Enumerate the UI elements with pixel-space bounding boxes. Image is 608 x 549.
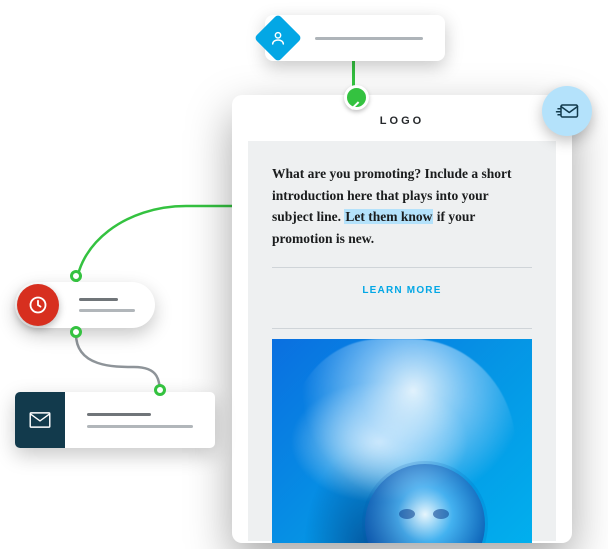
email-intro: What are you promoting? Include a short … — [272, 163, 532, 249]
node-dot — [154, 384, 166, 396]
placeholder-lines — [87, 413, 193, 428]
hero-image — [272, 339, 532, 543]
placeholder-line — [315, 37, 423, 40]
wire-grey — [74, 332, 164, 398]
timer-pill[interactable] — [15, 282, 155, 328]
cta-row: LEARN MORE — [272, 268, 532, 310]
send-badge[interactable] — [542, 86, 592, 136]
intro-highlight: Let them know — [344, 209, 433, 224]
divider — [272, 328, 532, 329]
connector-top — [352, 61, 355, 105]
node-dot — [70, 270, 82, 282]
email-body: What are you promoting? Include a short … — [248, 141, 556, 541]
check-icon — [349, 99, 360, 110]
send-icon — [555, 101, 579, 121]
user-icon — [254, 14, 302, 62]
mail-icon — [15, 392, 65, 448]
email-preview[interactable]: LOGO What are you promoting? Include a s… — [232, 95, 572, 543]
audience-pill[interactable] — [265, 15, 445, 61]
clock-icon — [17, 284, 59, 326]
placeholder-lines — [79, 298, 135, 312]
wire-green — [96, 204, 251, 291]
email-logo: LOGO — [232, 95, 572, 141]
mail-card[interactable] — [15, 392, 215, 448]
learn-more-link[interactable]: LEARN MORE — [362, 285, 441, 296]
node-dot — [70, 326, 82, 338]
